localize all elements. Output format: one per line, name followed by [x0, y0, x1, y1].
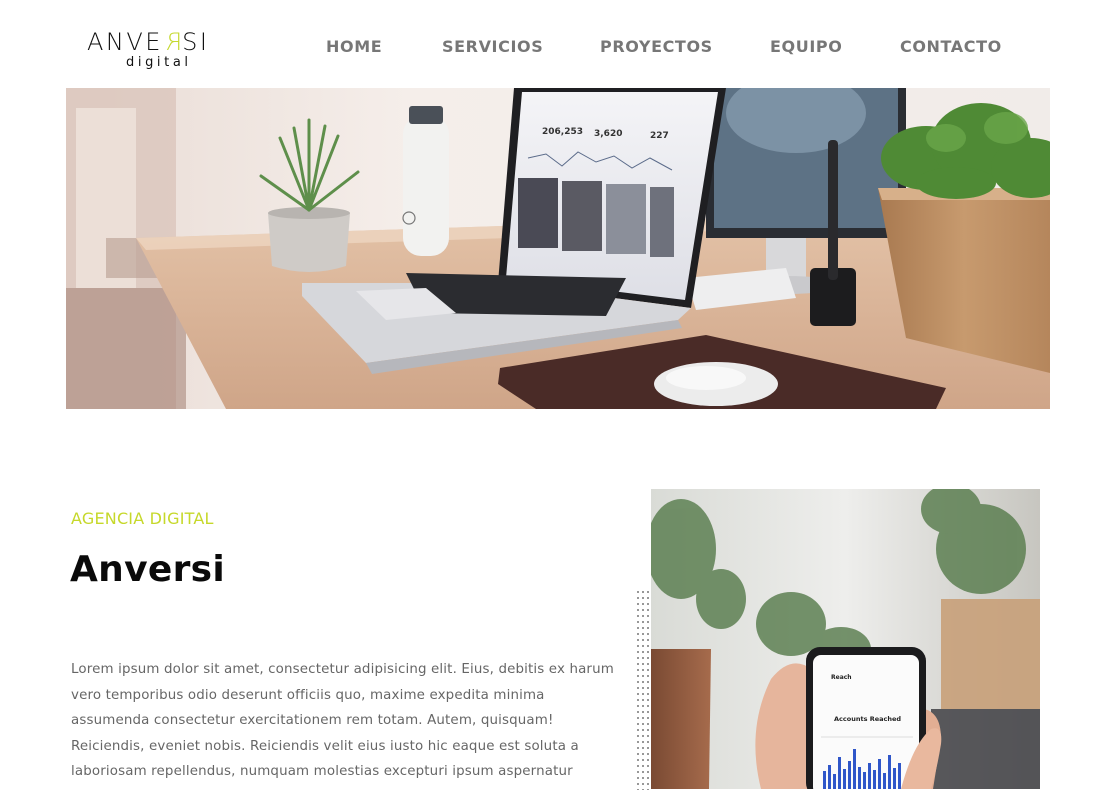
dot-pattern-decoration — [636, 590, 650, 790]
nav-home[interactable]: HOME — [326, 36, 382, 58]
phone-analytics-image: Reach Accounts Reached — [651, 489, 1040, 789]
hero-image: 206,253 3,620 227 — [66, 88, 1050, 409]
section-title: Anversi — [70, 549, 225, 590]
stat-value-2: 3,620 — [594, 129, 622, 139]
stat-value-1: 206,253 — [542, 127, 583, 137]
nav-proyectos[interactable]: PROYECTOS — [600, 36, 713, 58]
section-eyebrow: AGENCIA DIGITAL — [71, 509, 214, 528]
phone-card-title: Accounts Reached — [834, 715, 901, 723]
site-header: ANVERSI digital HOME SERVICIOS PROYECTOS… — [0, 0, 1100, 88]
stat-value-3: 227 — [650, 131, 669, 141]
main-nav: HOME SERVICIOS PROYECTOS EQUIPO CONTACTO — [0, 36, 1100, 60]
phone-header: Reach — [831, 674, 852, 681]
nav-equipo[interactable]: EQUIPO — [770, 36, 842, 58]
nav-contacto[interactable]: CONTACTO — [900, 36, 1002, 58]
page: ANVERSI digital HOME SERVICIOS PROYECTOS… — [0, 0, 1100, 800]
nav-servicios[interactable]: SERVICIOS — [442, 36, 543, 58]
section-paragraph: Lorem ipsum dolor sit amet, consectetur … — [71, 662, 614, 780]
